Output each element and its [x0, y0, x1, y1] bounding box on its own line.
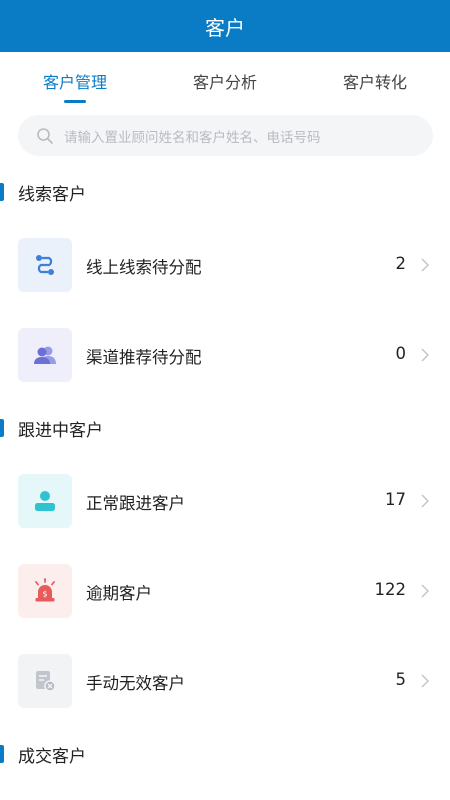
- person-icon: [18, 474, 72, 528]
- list-item-count: 2: [395, 254, 407, 273]
- tab-customer-management[interactable]: 客户管理: [43, 69, 107, 93]
- list-item-label: 线上线索待分配: [86, 258, 202, 277]
- section-marker: [0, 419, 4, 437]
- section-marker: [0, 745, 4, 763]
- list-item-count: 122: [374, 580, 407, 599]
- list-item-count: 17: [385, 490, 406, 509]
- chevron-right-icon: [421, 348, 430, 362]
- chevron-right-icon: [421, 494, 430, 508]
- list-item-manual-invalid[interactable]: 手动无效客户 5: [0, 654, 450, 710]
- section-title-closed: 成交客户: [18, 747, 86, 767]
- chevron-right-icon: [421, 584, 430, 598]
- invalid-doc-icon: [18, 654, 72, 708]
- list-item-overdue[interactable]: $ 逾期客户 122: [0, 564, 450, 620]
- tab-customer-analysis[interactable]: 客户分析: [193, 69, 257, 93]
- list-item-label: 逾期客户: [86, 584, 152, 603]
- section-title-leads: 线索客户: [18, 185, 86, 205]
- app-header: 客户: [0, 0, 450, 52]
- alarm-icon: $: [18, 564, 72, 618]
- route-icon: [18, 238, 72, 292]
- list-item-count: 0: [395, 344, 407, 363]
- list-item-normal-follow-up[interactable]: 正常跟进客户 17: [0, 474, 450, 530]
- search-input[interactable]: 请输入置业顾问姓名和客户姓名、电话号码: [64, 126, 321, 146]
- list-item-count: 5: [395, 670, 407, 689]
- search-icon: [37, 127, 53, 144]
- tab-bar: 客户管理 客户分析 客户转化: [0, 52, 450, 106]
- chevron-right-icon: [421, 258, 430, 272]
- section-marker: [0, 183, 4, 201]
- users-icon: [18, 328, 72, 382]
- page-title: 客户: [205, 15, 245, 40]
- tab-customer-conversion[interactable]: 客户转化: [343, 69, 407, 93]
- list-item-online-leads[interactable]: 线上线索待分配 2: [0, 238, 450, 294]
- chevron-right-icon: [421, 674, 430, 688]
- list-item-channel-referrals[interactable]: 渠道推荐待分配 0: [0, 328, 450, 384]
- list-item-label: 正常跟进客户: [86, 494, 185, 513]
- search-bar[interactable]: 请输入置业顾问姓名和客户姓名、电话号码: [18, 115, 433, 156]
- svg-text:$: $: [42, 590, 47, 599]
- active-tab-indicator: [64, 100, 86, 103]
- section-title-following: 跟进中客户: [18, 421, 103, 441]
- list-item-label: 手动无效客户: [86, 674, 185, 693]
- list-item-label: 渠道推荐待分配: [86, 348, 202, 367]
